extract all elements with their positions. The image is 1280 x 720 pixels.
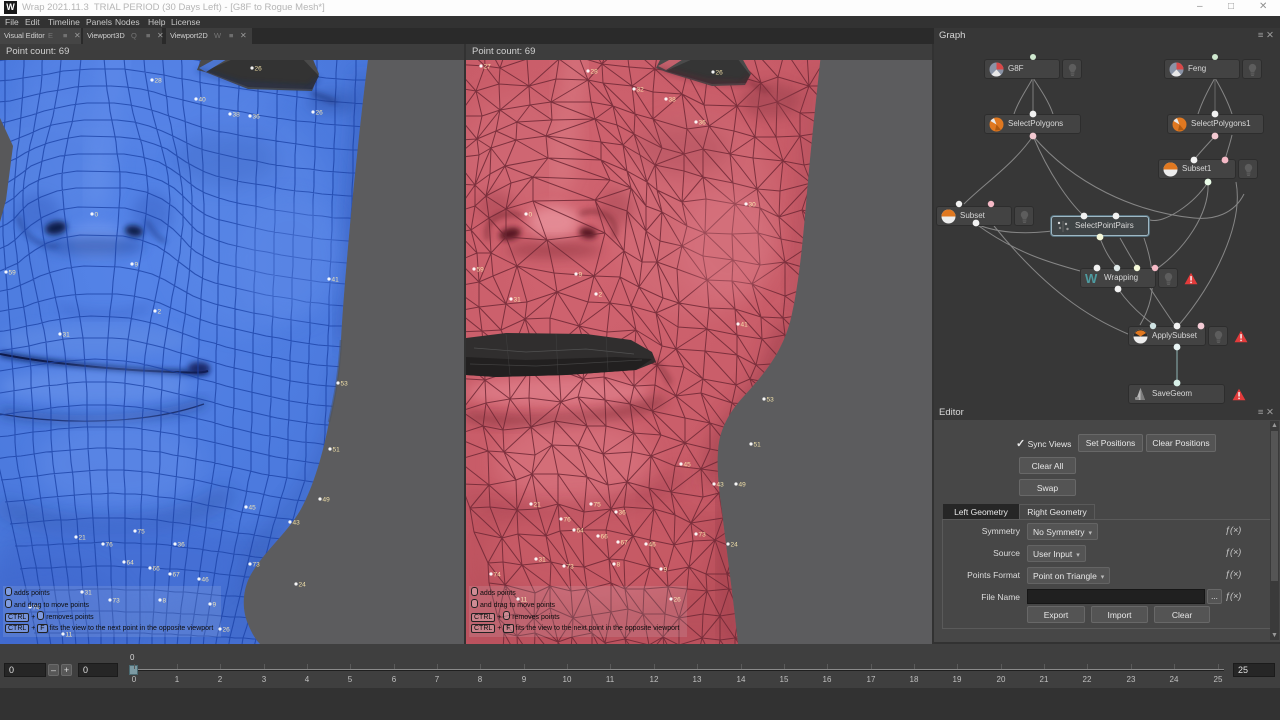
svg-text:26: 26 (716, 70, 724, 77)
svg-text:73: 73 (253, 562, 261, 569)
svg-text:41: 41 (332, 277, 340, 284)
svg-text:0: 0 (529, 212, 533, 219)
svg-text:51: 51 (754, 442, 762, 449)
svg-text:49: 49 (323, 497, 331, 504)
svg-text:32: 32 (637, 87, 645, 94)
svg-text:36: 36 (178, 542, 186, 549)
svg-text:73: 73 (567, 564, 575, 571)
svg-text:2: 2 (599, 292, 603, 299)
svg-text:66: 66 (153, 566, 161, 573)
svg-text:46: 46 (202, 577, 210, 584)
svg-text:45: 45 (684, 462, 692, 469)
svg-text:49: 49 (739, 482, 747, 489)
svg-text:73: 73 (699, 532, 707, 539)
svg-text:9: 9 (579, 272, 583, 279)
svg-text:8: 8 (617, 562, 621, 569)
svg-text:67: 67 (173, 572, 181, 579)
svg-text:74: 74 (494, 572, 502, 579)
svg-text:26: 26 (255, 66, 263, 73)
svg-text:21: 21 (534, 502, 542, 509)
svg-text:9: 9 (135, 262, 139, 269)
svg-text:36: 36 (253, 114, 261, 121)
svg-text:28: 28 (591, 69, 599, 76)
svg-text:53: 53 (767, 397, 775, 404)
svg-text:59: 59 (9, 270, 17, 277)
svg-text:31: 31 (63, 332, 71, 339)
svg-text:41: 41 (741, 322, 749, 329)
svg-text:36: 36 (619, 510, 627, 517)
svg-text:45: 45 (249, 505, 257, 512)
svg-text:36: 36 (699, 120, 707, 127)
svg-text:64: 64 (577, 528, 585, 535)
svg-text:75: 75 (594, 502, 602, 509)
svg-text:0: 0 (95, 212, 99, 219)
svg-text:64: 64 (127, 560, 135, 567)
svg-text:67: 67 (621, 540, 629, 547)
svg-text:9: 9 (664, 567, 668, 574)
svg-text:53: 53 (341, 381, 349, 388)
svg-text:75: 75 (138, 529, 146, 536)
svg-text:38: 38 (233, 112, 241, 119)
svg-text:38: 38 (669, 97, 677, 104)
svg-text:26: 26 (316, 110, 324, 117)
svg-text:27: 27 (484, 64, 492, 71)
svg-text:24: 24 (299, 582, 307, 589)
svg-text:24: 24 (731, 542, 739, 549)
svg-text:31: 31 (514, 297, 522, 304)
svg-text:76: 76 (564, 517, 572, 524)
svg-text:40: 40 (199, 97, 207, 104)
svg-text:26: 26 (223, 627, 231, 634)
svg-text:28: 28 (155, 78, 163, 85)
svg-text:30: 30 (749, 202, 757, 209)
svg-text:2: 2 (158, 309, 162, 316)
svg-text:66: 66 (601, 534, 609, 541)
svg-text:43: 43 (293, 520, 301, 527)
svg-text:59: 59 (477, 267, 485, 274)
svg-text:43: 43 (717, 482, 725, 489)
svg-text:51: 51 (333, 447, 341, 454)
svg-text:21: 21 (79, 535, 87, 542)
svg-text:46: 46 (649, 542, 657, 549)
svg-text:31: 31 (539, 557, 547, 564)
svg-text:76: 76 (106, 542, 114, 549)
